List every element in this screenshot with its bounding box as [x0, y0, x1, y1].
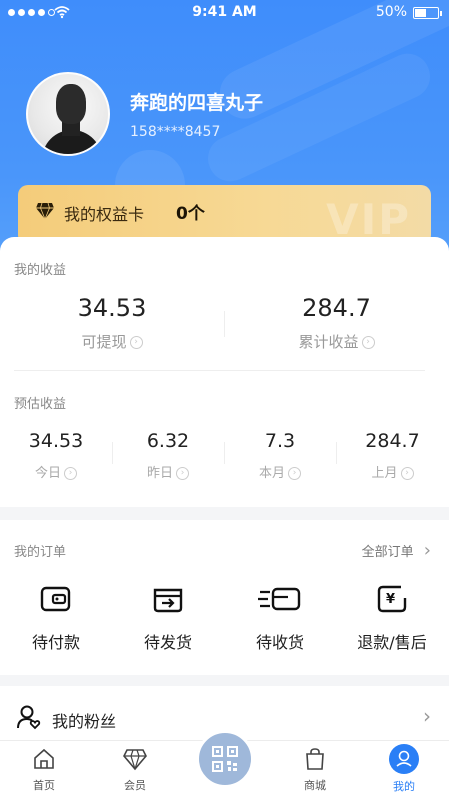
total-earnings-button[interactable]: 累计收益 › [224, 331, 449, 352]
total-earnings-value: 284.7 [302, 294, 371, 322]
refund-icon: ¥ [377, 585, 407, 613]
chevron-right-icon: › [176, 467, 189, 480]
chevron-right-icon: › [288, 467, 301, 480]
chevron-right-icon: › [129, 336, 143, 349]
scan-button[interactable] [196, 730, 254, 788]
order-refund[interactable]: ¥ 退款/售后 [336, 582, 448, 653]
vip-card[interactable]: 我的权益卡 0个 VIP [18, 185, 431, 245]
estimated-last-month-button[interactable]: 上月 › [336, 462, 449, 481]
earnings-card: 我的收益 34.53 可提现 › 284.7 累计收益 › 预估收益 34.53 今… [0, 237, 449, 507]
wallet-icon [40, 586, 71, 612]
fans-label: 我的粉丝 [52, 712, 117, 731]
estimated-today-label: 今日 [34, 466, 61, 481]
chevron-right-icon: › [64, 467, 77, 480]
all-orders-label: 全部订单 [361, 545, 414, 560]
status-bar: 9:41 AM 50% [0, 0, 449, 26]
estimated-yesterday-value: 6.32 [146, 430, 190, 452]
withdrawable-button[interactable]: 可提现 › [0, 331, 224, 352]
estimated-today-button[interactable]: 今日 › [0, 462, 112, 481]
tab-home[interactable]: 首页 [9, 747, 79, 793]
tab-member-label: 会员 [124, 779, 146, 792]
tab-mall-label: 商城 [304, 779, 326, 792]
order-pending-receipt[interactable]: 待收货 [224, 582, 336, 653]
order-pending-shipment[interactable]: 待发货 [112, 582, 224, 653]
diamond-icon [123, 749, 147, 771]
chevron-right-icon: › [423, 704, 431, 728]
tab-home-label: 首页 [33, 779, 55, 792]
withdrawable-label: 可提现 [81, 333, 127, 351]
estimated-last-month-label: 上月 [371, 466, 398, 481]
shopping-bag-icon [306, 748, 324, 770]
orders-title: 我的订单 [14, 545, 67, 560]
total-earnings-label: 累计收益 [298, 333, 359, 351]
user-phone: 158****8457 [130, 124, 221, 140]
order-pending-payment-label: 待付款 [31, 633, 80, 652]
estimated-month-button[interactable]: 本月 › [224, 462, 336, 481]
orders-card: 我的订单 全部订单 › 待付款 待发货 待收货 ¥ 退款/售后 [0, 520, 449, 675]
tab-mall[interactable]: 商城 [280, 747, 350, 793]
estimated-yesterday-button[interactable]: 昨日 › [112, 462, 224, 481]
order-pending-receipt-label: 待收货 [255, 633, 304, 652]
estimated-title: 预估收益 [14, 397, 67, 412]
user-heart-icon [17, 705, 41, 730]
tab-mine[interactable]: 我的 [369, 744, 439, 794]
estimated-last-month-value: 284.7 [365, 430, 420, 452]
profile-icon [389, 744, 419, 774]
estimated-month-value: 7.3 [264, 430, 296, 452]
vip-card-label: 我的权益卡 [64, 205, 145, 224]
diamond-icon [36, 202, 54, 220]
battery-percent: 50% [375, 4, 407, 20]
user-name: 奔跑的四喜丸子 [130, 92, 264, 114]
ship-box-icon [153, 588, 183, 613]
home-icon [34, 748, 54, 769]
order-pending-shipment-label: 待发货 [143, 633, 192, 652]
estimated-yesterday-label: 昨日 [146, 466, 173, 481]
svg-text:¥: ¥ [386, 592, 395, 607]
tab-member[interactable]: 会员 [100, 747, 170, 793]
avatar[interactable] [26, 72, 110, 156]
estimated-today-value: 34.53 [28, 430, 84, 452]
battery-icon [413, 7, 439, 19]
vip-card-count: 0个 [176, 204, 205, 224]
tab-mine-label: 我的 [393, 780, 415, 793]
earnings-title: 我的收益 [14, 263, 67, 278]
qr-code-icon [212, 746, 238, 772]
order-pending-payment[interactable]: 待付款 [0, 582, 112, 653]
delivery-icon [258, 587, 301, 611]
chevron-right-icon: › [361, 336, 375, 349]
chevron-right-icon: › [423, 540, 431, 561]
chevron-right-icon: › [400, 467, 414, 480]
estimated-month-label: 本月 [258, 466, 285, 481]
order-refund-label: 退款/售后 [357, 633, 427, 652]
all-orders-link[interactable]: 全部订单 › [362, 540, 431, 561]
withdrawable-value: 34.53 [77, 294, 147, 322]
